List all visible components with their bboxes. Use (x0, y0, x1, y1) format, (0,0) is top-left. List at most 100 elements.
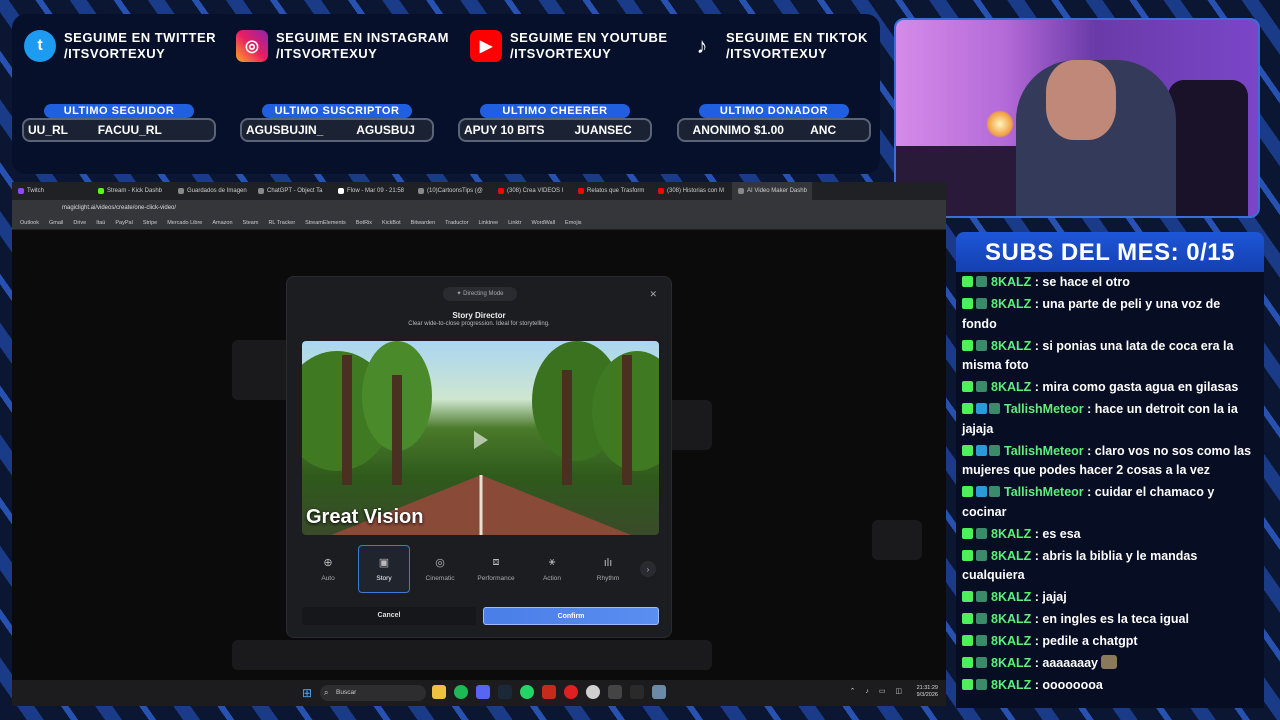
browser-tab[interactable]: Relatos que Trasform (572, 182, 652, 200)
chat-text: se hace el otro (1042, 275, 1130, 289)
obs-icon[interactable] (608, 685, 622, 699)
rhythm-icon: ılı (603, 556, 613, 569)
chat-username: 8KALZ (991, 548, 1032, 563)
file-explorer-icon[interactable] (432, 685, 446, 699)
browser-tab[interactable]: Stream - Kick Dashb (92, 182, 172, 200)
sub-badge-icon (976, 549, 987, 561)
browser-tab[interactable]: Twitch (12, 182, 92, 200)
discord-icon[interactable] (476, 685, 490, 699)
social-instagram: ◎ SEGUIME EN INSTAGRAM/ITSVORTEXUY (236, 30, 449, 62)
browser-tab-active[interactable]: AI Video Maker Dashb (732, 182, 812, 200)
app-icon[interactable] (630, 685, 644, 699)
style-option-rhythm[interactable]: ılı Rhythm (582, 545, 634, 593)
chat-message: TallishMeteor : claro vos no sos como la… (962, 443, 1252, 477)
tab-favicon-icon (98, 188, 104, 194)
bookmark[interactable]: RL Tracker (268, 220, 295, 226)
tab-label: AI Video Maker Dashb (747, 188, 807, 194)
social-line2: /ITSVORTEXUY (64, 46, 166, 61)
bookmark[interactable]: StreamElements (305, 220, 346, 226)
style-option-cinematic[interactable]: ◎ Cinematic (414, 545, 466, 593)
modal-subtitle: Clear wide-to-close progression. Ideal f… (408, 321, 550, 327)
sub-badge-icon (976, 527, 987, 539)
whatsapp-icon[interactable] (520, 685, 534, 699)
clock-date: 9/3/2026 (916, 692, 938, 698)
chrome-icon[interactable] (586, 685, 600, 699)
style-label: Cinematic (425, 575, 455, 582)
bookmark[interactable]: Amazon (212, 220, 232, 226)
chat-username: TallishMeteor (1004, 443, 1084, 458)
address-bar[interactable]: magiclight.ai/videos/create/one-click-vi… (12, 200, 946, 216)
prime-badge-icon (976, 444, 987, 456)
browser-tab[interactable]: Guardados de Imagen (172, 182, 252, 200)
chat-message: 8KALZ : pedile a chatgpt (962, 632, 1258, 652)
bookmark[interactable]: Stripe (143, 220, 157, 226)
chat-username: TallishMeteor (1004, 402, 1084, 416)
preview-video[interactable]: Great Vision (302, 341, 659, 535)
bookmark[interactable]: Steam (243, 220, 259, 226)
bookmark[interactable]: Traductor (445, 220, 468, 226)
chevron-right-icon[interactable]: › (640, 561, 656, 577)
spotify-icon[interactable] (454, 685, 468, 699)
stat-last-follower: ULTIMO SEGUIDOR UU_RL FACUU_RL (22, 104, 216, 142)
style-label: Rhythm (596, 574, 620, 582)
bookmark[interactable]: Mercado Libre (167, 220, 202, 226)
tab-label: (10)CartoonsTips (@ (427, 188, 483, 194)
style-label: Story (376, 575, 392, 582)
chat-message: 8KALZ : es esa (962, 525, 1258, 545)
bookmark[interactable]: PayPal (115, 220, 132, 226)
stat-last-subscriber: ULTIMO SUSCRIPTOR AGUSBUJIN_ AGUSBUJ (240, 104, 434, 142)
browser-tab[interactable]: (10)CartoonsTips (@ (412, 182, 492, 200)
sub-badge-icon (976, 276, 987, 287)
browser-tab[interactable]: Flow - Mar 09 - 21:58 (332, 182, 412, 200)
style-option-action[interactable]: ⚹ Action (526, 545, 578, 593)
bookmark[interactable]: Emojis (565, 220, 582, 226)
preview-caption: Great Vision (306, 506, 424, 528)
bookmark[interactable]: Gmail (49, 220, 63, 226)
bookmark[interactable]: WordWall (532, 220, 556, 226)
bookmark[interactable]: Bitwarden (411, 220, 435, 226)
cancel-button[interactable]: Cancel (302, 607, 476, 625)
style-option-performance[interactable]: ⧈ Performance (470, 545, 522, 593)
system-tray-icons[interactable]: ⌃ ♪ ▭ ◫ (850, 687, 906, 695)
steam-icon[interactable] (498, 685, 512, 699)
chat-message: 8KALZ : jajaj (962, 588, 1258, 608)
style-option-auto[interactable]: ⊕ Auto (302, 545, 354, 593)
bookmark[interactable]: Linktr (508, 220, 521, 226)
tab-favicon-icon (578, 188, 584, 194)
kick-badge-icon (962, 486, 973, 497)
taskbar-clock[interactable]: 21:31:29 9/3/2026 (917, 685, 938, 699)
opera-icon[interactable] (564, 685, 578, 699)
social-tiktok: ♪ SEGUIME EN TIKTOK/ITSVORTEXUY (686, 30, 868, 62)
chat-message: 8KALZ : una parte de peli y una voz de f… (962, 297, 1221, 331)
browser-tab[interactable]: (308) Crea VIDEOS I (492, 182, 572, 200)
tab-label: Relatos que Trasform (587, 188, 645, 194)
chat-message: TallishMeteor : hace un detroit con la i… (962, 402, 1238, 436)
browser-tabbar: Twitch Stream - Kick Dashb Guardados de … (12, 182, 946, 200)
style-option-story[interactable]: ▣ Story (358, 545, 410, 593)
browser-tab[interactable]: (308) Historias con M (652, 182, 732, 200)
stat-value: AGUSBUJIN_ AGUSBUJ (240, 118, 434, 142)
stat-value: APUY 10 BITS JUANSEC (458, 118, 652, 142)
style-label: Action (542, 575, 562, 582)
windows-start-icon[interactable]: ⊞ (302, 686, 312, 700)
tab-favicon-icon (418, 188, 424, 194)
style-selector: ⊕ Auto ▣ Story ◎ Cinematic ⧈ Performance ⚹ Ac… (302, 545, 659, 593)
performance-icon: ⧈ (492, 556, 500, 568)
confirm-button[interactable]: Confirm (483, 607, 659, 625)
stat-title: ULTIMO CHEERER (480, 104, 630, 118)
shield-icon[interactable] (652, 685, 666, 699)
browser-tab[interactable]: ChatGPT - Object Ta (252, 182, 332, 200)
bookmark[interactable]: BotRix (356, 220, 372, 226)
calculator-icon[interactable] (542, 685, 556, 699)
bookmark[interactable]: Outlook (20, 220, 39, 226)
prime-badge-icon (976, 403, 987, 414)
bookmark[interactable]: Drive (73, 220, 86, 226)
taskbar-search[interactable]: ⌕ Buscar (320, 685, 426, 701)
close-icon[interactable]: ✕ (649, 289, 657, 300)
webcam-chair (1168, 80, 1248, 216)
bookmark[interactable]: Linktree (478, 220, 498, 226)
bookmark[interactable]: KickBot (382, 220, 401, 226)
play-icon[interactable] (474, 431, 488, 449)
bookmark[interactable]: Itaú (96, 220, 105, 226)
chat-panel: 8KALZ : se hace el otro 8KALZ : una part… (956, 272, 1264, 708)
